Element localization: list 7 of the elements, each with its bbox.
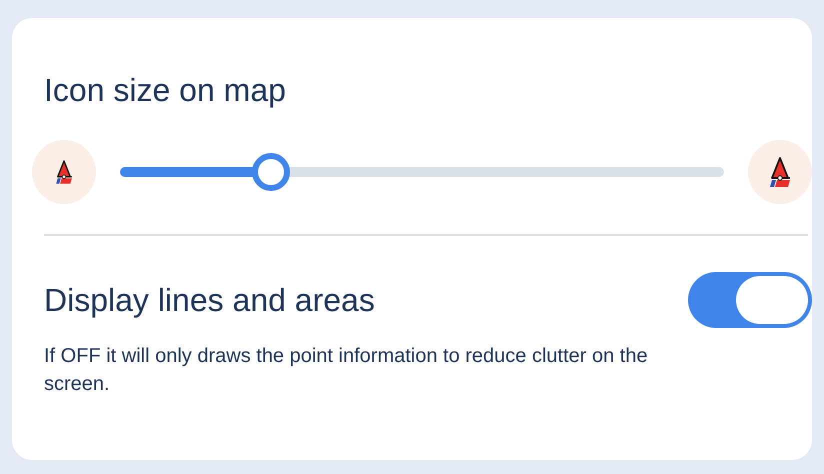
setting-description: If OFF it will only draws the point information to reduce clutter on the screen. <box>43 344 649 397</box>
size-slider[interactable] <box>120 152 724 192</box>
section-title: Icon size on map <box>43 71 287 110</box>
toggle-switch[interactable] <box>688 272 812 328</box>
setting-label: Display lines and areas <box>44 281 375 320</box>
slider-thumb[interactable] <box>252 153 290 191</box>
sailboat-icon <box>53 159 75 185</box>
